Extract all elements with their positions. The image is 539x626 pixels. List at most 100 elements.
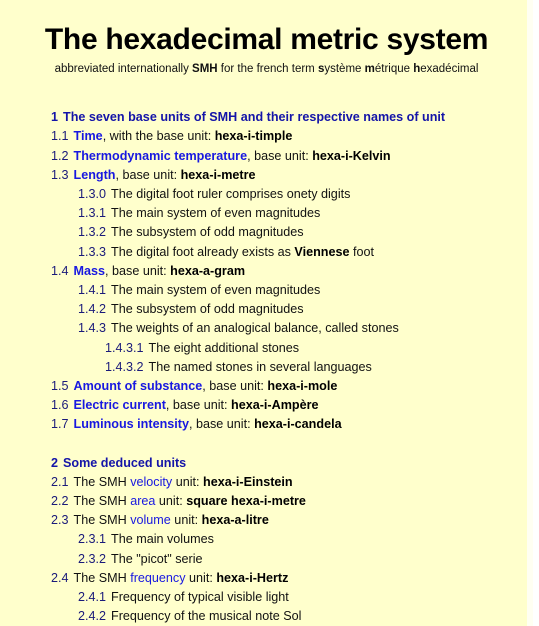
toc-entry-text-before: The SMH (73, 474, 131, 489)
toc-entry-2-3[interactable]: 2.3 The SMH volume unit: hexa-a-litre (51, 511, 525, 530)
toc-entry-1-3-1[interactable]: 1.3.1 The main system of even magnitudes (78, 204, 525, 223)
toc-entry-unit-name: hexa-a-gram (170, 263, 246, 278)
toc-entry-1-4-3[interactable]: 1.4.3 The weights of an analogical balanc… (78, 319, 525, 338)
toc-entry-number: 1.3.0 (78, 187, 107, 201)
toc-entry-1-1[interactable]: 1.1 Time, with the base unit: hexa-i-timp… (51, 127, 525, 146)
toc-entry-link[interactable]: volume (130, 513, 171, 527)
toc-entry-link[interactable]: Mass (74, 264, 106, 278)
toc-entry-text: The digital foot ruler comprises onety d… (111, 187, 351, 201)
toc-entry-link[interactable]: Amount of substance (74, 379, 203, 393)
toc-entry-1[interactable]: 1 The seven base units of SMH and their r… (51, 108, 525, 127)
toc-entry-1-2[interactable]: 1.2 Thermodynamic temperature, base unit:… (51, 147, 525, 166)
toc-entry-text: The subsystem of odd magnitudes (111, 225, 304, 240)
toc-entry-1-3-0[interactable]: 1.3.0 The digital foot ruler comprises on… (78, 185, 525, 204)
toc-section-heading-link[interactable]: Some deduced units (63, 456, 186, 470)
toc-entry-unit-name: square hexa-i-metre (186, 494, 306, 509)
subtitle-abbreviation: SMH (192, 63, 218, 76)
toc-entry-link[interactable]: Thermodynamic temperature (74, 149, 248, 163)
toc-entry-1-6[interactable]: 1.6 Electric current, base unit: hexa-i-A… (51, 396, 525, 415)
toc-entry-number: 1.3.3 (78, 244, 107, 259)
toc-entry-text: unit: (185, 570, 217, 585)
document-page: The hexadecimal metric system abbreviate… (0, 0, 533, 626)
toc-entry-number: 2.4 (51, 570, 69, 585)
toc-entry-number: 2.1 (51, 474, 69, 489)
toc-entry-text: unit: (155, 494, 187, 509)
toc-entry-text: Frequency of typical visible light (111, 590, 289, 605)
toc-entry-text: , base unit: (188, 417, 255, 432)
toc-entry-unit-name: hexa-i-candela (254, 417, 342, 432)
page-title: The hexadecimal metric system (44, 23, 489, 56)
toc-entry-1-4-3-1[interactable]: 1.4.3.1 The eight additional stones (105, 339, 525, 358)
toc-entry-1-3[interactable]: 1.3 Length, base unit: hexa-i-metre (51, 166, 525, 185)
subtitle-metrique-rest: étrique (374, 63, 414, 76)
toc-entry-1-5[interactable]: 1.5 Amount of substance, base unit: hexa-… (51, 377, 525, 396)
toc-entry-link[interactable]: area (130, 494, 155, 508)
toc-entry-2-4-2[interactable]: 2.4.2 Frequency of the musical note Sol (78, 607, 525, 626)
toc-entry-text: The digital foot already exists as (111, 244, 295, 259)
toc-entry-2-4-1[interactable]: 2.4.1 Frequency of typical visible light (78, 588, 525, 607)
toc-entry-text: , base unit: (115, 167, 181, 182)
subtitle-part-2: for the french term (217, 63, 318, 76)
toc-section-heading-link[interactable]: The seven base units of SMH and their re… (63, 110, 445, 124)
toc-entry-number: 2 (51, 455, 59, 470)
toc-entry-number: 1.1 (51, 129, 69, 144)
toc-entry-number: 1.7 (51, 417, 69, 432)
toc-entry-number: 1.3.2 (78, 225, 107, 240)
toc-entry-number: 1.4.3 (78, 321, 107, 336)
toc-entry-number: 1 (51, 110, 59, 125)
document-header: The hexadecimal metric system abbreviate… (0, 0, 533, 77)
toc-entry-2-1[interactable]: 2.1 The SMH velocity unit: hexa-i-Einstei… (51, 473, 525, 492)
toc-entry-1-3-2[interactable]: 1.3.2 The subsystem of odd magnitudes (78, 223, 525, 242)
toc-entry-unit-name: Viennese (294, 244, 350, 259)
toc-entry-text-before: The SMH (73, 570, 131, 585)
toc-entry-2-4[interactable]: 2.4 The SMH frequency unit: hexa-i-Hertz (51, 569, 525, 588)
toc-entry-link[interactable]: Electric current (74, 398, 166, 412)
toc-entry-link[interactable]: Luminous intensity (74, 417, 189, 431)
toc-entry-link[interactable]: velocity (130, 475, 172, 489)
toc-entry-1-3-3[interactable]: 1.3.3 The digital foot already exists as … (78, 243, 525, 262)
toc-entry-text-after: foot (349, 244, 375, 259)
toc-entry-number: 1.4 (51, 263, 69, 278)
toc-entry-1-4-2[interactable]: 1.4.2 The subsystem of odd magnitudes (78, 300, 525, 319)
toc-entry-number: 2.4.2 (78, 609, 107, 624)
toc-entry-unit-name: hexa-i-mole (267, 379, 338, 394)
toc-entry-link[interactable]: frequency (130, 571, 185, 585)
toc-entry-number: 1.4.3.2 (105, 359, 144, 374)
subtitle-systeme-rest: ystème (324, 63, 365, 76)
toc-entry-number: 2.3.2 (78, 551, 107, 566)
toc-entry-2-3-1[interactable]: 2.3.1 The main volumes (78, 530, 525, 549)
toc-entry-text: The named stones in several languages (148, 359, 372, 374)
toc-entry-text: Frequency of the musical note Sol (111, 609, 302, 624)
toc-entry-unit-name: hexa-i-timple (214, 129, 293, 144)
toc-entry-text: , base unit: (202, 379, 268, 394)
toc-entry-1-4-3-2[interactable]: 1.4.3.2 The named stones in several langu… (105, 358, 525, 377)
toc-entry-text: , base unit: (247, 148, 313, 163)
toc-entry-unit-name: hexa-i-Kelvin (312, 148, 391, 163)
toc-entry-text-before: The SMH (73, 494, 131, 509)
toc-entry-number: 1.4.1 (78, 283, 107, 298)
page-right-margin (527, 0, 533, 626)
toc-entry-link[interactable]: Time (74, 129, 103, 143)
document-subtitle: abbreviated internationally SMH for the … (0, 63, 533, 77)
toc-entry-2-2[interactable]: 2.2 The SMH area unit: square hexa-i-metr… (51, 492, 525, 511)
subtitle-hexadecimal-rest: exadécimal (420, 63, 479, 76)
toc-entry-2-3-2[interactable]: 2.3.2 The "picot" serie (78, 550, 525, 569)
toc-entry-unit-name: hexa-i-Einstein (203, 474, 293, 489)
toc-entry-number: 1.4.3.1 (105, 340, 144, 355)
toc-entry-number: 2.3 (51, 513, 69, 528)
toc-entry-text: The eight additional stones (148, 340, 300, 355)
toc-entry-text: The main system of even magnitudes (111, 283, 321, 298)
toc-entry-text: unit: (170, 513, 202, 528)
toc-entry-1-4[interactable]: 1.4 Mass, base unit: hexa-a-gram (51, 262, 525, 281)
toc-entry-2[interactable]: 2 Some deduced units (51, 454, 525, 473)
subtitle-part-1: abbreviated internationally (54, 63, 193, 76)
toc-entry-text: The "picot" serie (111, 551, 203, 566)
toc-entry-1-4-1[interactable]: 1.4.1 The main system of even magnitudes (78, 281, 525, 300)
toc-entry-number: 1.4.2 (78, 302, 107, 317)
toc-entry-link[interactable]: Length (74, 168, 116, 182)
toc-entry-number: 1.6 (51, 398, 69, 413)
toc-entry-text: The subsystem of odd magnitudes (111, 302, 304, 317)
toc-entry-unit-name: hexa-i-metre (180, 167, 256, 182)
toc-entry-number: 1.3.1 (78, 206, 107, 221)
toc-entry-1-7[interactable]: 1.7 Luminous intensity, base unit: hexa-i… (51, 415, 525, 434)
